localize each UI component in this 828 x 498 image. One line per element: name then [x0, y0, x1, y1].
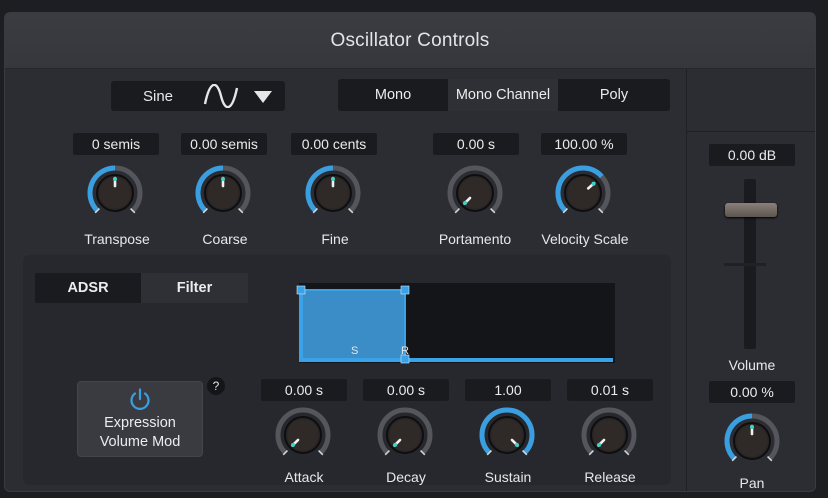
velocity-scale-label: Velocity Scale	[541, 231, 629, 247]
fine-knob[interactable]	[303, 163, 363, 228]
output-strip: 0.00 dB Volume 0.00 % Pan	[686, 69, 815, 491]
coarse-value[interactable]: 0.00 semis	[181, 133, 267, 155]
sine-wave-icon	[203, 84, 239, 108]
attack-knob[interactable]	[273, 405, 333, 470]
expression-button-line2: Volume Mod	[99, 434, 181, 450]
pan-value[interactable]: 0.00 %	[709, 381, 795, 403]
attack-handle[interactable]	[296, 285, 306, 295]
pan-label: Pan	[739, 475, 765, 491]
tab-adsr[interactable]: ADSR	[35, 273, 141, 303]
sustain-label: Sustain	[484, 469, 532, 485]
oscillator-window: Oscillator Controls Sine Mono Mono Chann…	[4, 12, 816, 492]
sustain-value[interactable]: 1.00	[465, 379, 551, 401]
release-marker: R	[401, 345, 409, 357]
voice-mode-selector: Mono Mono Channel Poly	[338, 79, 670, 111]
attack-value[interactable]: 0.00 s	[261, 379, 347, 401]
transpose-label: Transpose	[84, 231, 150, 247]
expression-volume-mod-button[interactable]: Expression Volume Mod	[77, 381, 203, 457]
waveform-label: Sine	[143, 88, 174, 105]
volume-fader-handle[interactable]	[725, 202, 777, 217]
decay-knob[interactable]	[375, 405, 435, 470]
release-value[interactable]: 0.01 s	[567, 379, 653, 401]
voice-mode-mono[interactable]: Mono	[338, 79, 448, 111]
help-icon[interactable]: ?	[207, 377, 225, 395]
portamento-value[interactable]: 0.00 s	[433, 133, 519, 155]
output-strip-header	[687, 69, 815, 132]
velocity-scale-value[interactable]: 100.00 %	[541, 133, 627, 155]
volume-fader-notch	[724, 263, 766, 266]
fine-label: Fine	[321, 231, 349, 247]
pan-knob[interactable]	[722, 411, 782, 476]
sustain-marker: S	[351, 345, 358, 357]
triangle-down-icon	[254, 91, 272, 103]
power-icon	[130, 388, 150, 410]
volume-value[interactable]: 0.00 dB	[709, 144, 795, 166]
envelope-panel: ADSR Filter Expression Volume Mod ? S R …	[23, 255, 671, 485]
release-knob[interactable]	[579, 405, 639, 470]
envelope-tabs: ADSR Filter	[35, 273, 248, 303]
attack-label: Attack	[284, 469, 324, 485]
window-title: Oscillator Controls	[5, 13, 815, 69]
sustain-knob[interactable]	[477, 405, 537, 470]
voice-mode-mono-channel[interactable]: Mono Channel	[448, 79, 558, 111]
voice-mode-poly[interactable]: Poly	[558, 79, 670, 111]
expression-button-line1: Expression	[104, 415, 176, 431]
coarse-knob[interactable]	[193, 163, 253, 228]
velocity-scale-knob[interactable]	[553, 163, 613, 228]
decay-handle[interactable]	[400, 285, 410, 295]
adsr-envelope-graph[interactable]: S R	[295, 281, 619, 371]
transpose-knob[interactable]	[85, 163, 145, 228]
portamento-label: Portamento	[438, 231, 512, 247]
transpose-value[interactable]: 0 semis	[73, 133, 159, 155]
coarse-label: Coarse	[202, 231, 248, 247]
fine-value[interactable]: 0.00 cents	[291, 133, 377, 155]
volume-label: Volume	[728, 357, 776, 373]
release-label: Release	[584, 469, 636, 485]
decay-value[interactable]: 0.00 s	[363, 379, 449, 401]
portamento-knob[interactable]	[445, 163, 505, 228]
tab-filter[interactable]: Filter	[141, 273, 248, 303]
waveform-dropdown[interactable]: Sine	[111, 81, 285, 111]
decay-label: Decay	[386, 469, 426, 485]
